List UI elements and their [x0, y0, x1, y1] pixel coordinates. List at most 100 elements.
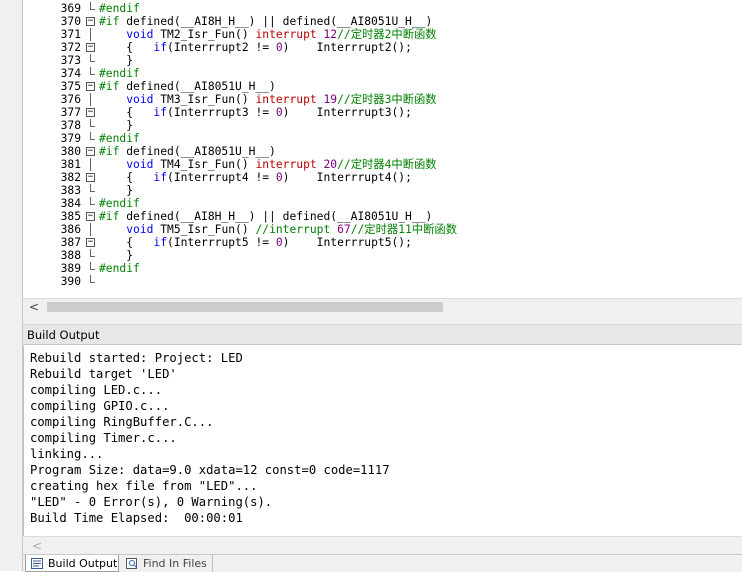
code-token: (Interrrupt5 != [167, 236, 276, 249]
fold-guide [90, 256, 95, 257]
line-number: 390 [60, 275, 81, 288]
scroll-left-arrow-icon[interactable]: < [32, 539, 42, 553]
code-token: #endif [99, 2, 140, 15]
fold-guide [90, 67, 91, 74]
code-line[interactable]: 383 } [23, 184, 742, 197]
code-line[interactable]: 390 [23, 275, 742, 288]
line-number: 384 [60, 197, 81, 210]
code-text: #if defined(__AI8H_H__) || defined(__AI8… [99, 210, 432, 223]
code-line[interactable]: 384 #endif [23, 197, 742, 210]
code-line[interactable]: 380 #if defined(__AI8051U_H__) [23, 145, 742, 158]
fold-toggle-icon[interactable]: − [86, 173, 95, 182]
code-line[interactable]: 372 { if(Interrrupt2 != 0) Interrrupt2()… [23, 41, 742, 54]
code-token: #if [99, 80, 120, 93]
code-token: (Interrrupt4 != [167, 171, 276, 184]
code-line[interactable]: 375 #if defined(__AI8051U_H__) [23, 80, 742, 93]
code-token: //定时器2中断函数 [337, 28, 437, 41]
code-line[interactable]: 386 void TM5_Isr_Fun() //interrupt 67//定… [23, 223, 742, 236]
code-line[interactable]: 388 } [23, 249, 742, 262]
fold-guide [90, 2, 91, 9]
code-line[interactable]: 377 { if(Interrrupt3 != 0) Interrrupt3()… [23, 106, 742, 119]
fold-toggle-icon[interactable]: − [86, 82, 95, 91]
code-line[interactable]: 376 void TM3_Isr_Fun() interrupt 19//定时器… [23, 93, 742, 106]
code-token: TM5_Isr_Fun() [153, 223, 256, 236]
fold-guide [90, 119, 91, 126]
code-text: void TM2_Isr_Fun() interrupt 12//定时器2中断函… [99, 28, 437, 41]
fold-guide [90, 249, 91, 256]
fold-guide [90, 74, 95, 75]
code-token: TM2_Isr_Fun() [153, 28, 256, 41]
output-horizontal-scrollbar[interactable]: < [23, 536, 742, 555]
code-token: void [126, 28, 154, 41]
fold-guide [90, 54, 91, 61]
build-output-panel[interactable]: Rebuild started: Project: LED Rebuild tar… [23, 346, 742, 556]
code-token: if [153, 106, 168, 119]
code-text: { if(Interrrupt3 != 0) Interrrupt3(); [99, 106, 412, 119]
code-token: //定时器11中断函数 [350, 223, 457, 236]
code-token: #endif [99, 262, 140, 275]
fold-guide [90, 158, 91, 171]
code-token: (Interrrupt3 != [167, 106, 276, 119]
fold-toggle-icon[interactable]: − [86, 108, 95, 117]
line-number: 388 [60, 249, 81, 262]
code-token: if [153, 236, 168, 249]
panel-splitter[interactable] [23, 316, 742, 325]
fold-guide [90, 223, 91, 236]
fold-toggle-icon[interactable]: − [86, 43, 95, 52]
fold-guide [90, 197, 91, 204]
line-number: 378 [60, 119, 81, 132]
output-line: Program Size: data=9.0 xdata=12 const=0 … [30, 463, 390, 477]
code-token: defined(__AI8H_H__) || defined(__AI8051U… [119, 15, 433, 28]
code-text: #endif [99, 197, 140, 210]
code-token: TM3_Isr_Fun() [153, 93, 256, 106]
code-line[interactable]: 389 #endif [23, 262, 742, 275]
fold-toggle-icon[interactable]: − [86, 147, 95, 156]
code-line[interactable]: 382 { if(Interrrupt4 != 0) Interrrupt4()… [23, 171, 742, 184]
code-line[interactable]: 370 #if defined(__AI8H_H__) || defined(__… [23, 15, 742, 28]
code-line[interactable]: 373 } [23, 54, 742, 67]
code-token: 12 [323, 28, 338, 41]
code-text: { if(Interrrupt2 != 0) Interrrupt2(); [99, 41, 412, 54]
code-line[interactable]: 379 #endif [23, 132, 742, 145]
code-line[interactable]: 369 #endif [23, 2, 742, 15]
tab-find-in-files[interactable]: Find In Files [121, 555, 213, 572]
code-text: void TM5_Isr_Fun() //interrupt 67//定时器11… [99, 223, 457, 236]
code-token: } [99, 184, 134, 197]
code-line[interactable]: 387 { if(Interrrupt5 != 0) Interrrupt5()… [23, 236, 742, 249]
code-text: #endif [99, 132, 140, 145]
code-text: #if defined(__AI8051U_H__) [99, 145, 276, 158]
code-text: #endif [99, 2, 140, 15]
code-token: void [126, 93, 154, 106]
code-line[interactable]: 374 #endif [23, 67, 742, 80]
fold-toggle-icon[interactable]: − [86, 238, 95, 247]
fold-toggle-icon[interactable]: − [86, 17, 95, 26]
code-token: TM4_Isr_Fun() [153, 158, 256, 171]
line-number: 382 [60, 171, 81, 184]
line-number: 376 [60, 93, 81, 106]
code-editor[interactable]: 369 #endif 370 #if defined(__AI8H_H__) || d… [23, 0, 742, 316]
fold-guide [90, 275, 91, 282]
editor-horizontal-scrollbar[interactable]: < [23, 298, 742, 316]
line-number: 373 [60, 54, 81, 67]
editor-scrollbar-thumb[interactable] [47, 302, 443, 312]
build-output-panel-title: Build Output [23, 325, 742, 345]
code-token: ) Interrrupt4(); [282, 171, 412, 184]
fold-toggle-icon[interactable]: − [86, 212, 95, 221]
code-line[interactable]: 371 void TM2_Isr_Fun() interrupt 12//定时器… [23, 28, 742, 41]
fold-guide [90, 269, 95, 270]
code-token: defined(__AI8051U_H__) [119, 145, 276, 158]
code-token: interrupt [255, 93, 317, 106]
scroll-left-arrow-icon[interactable]: < [29, 300, 39, 314]
code-text: void TM3_Isr_Fun() interrupt 19//定时器3中断函… [99, 93, 436, 106]
code-token: (Interrrupt2 != [167, 41, 276, 54]
code-line[interactable]: 381 void TM4_Isr_Fun() interrupt 20//定时器… [23, 158, 742, 171]
code-line[interactable]: 378 } [23, 119, 742, 132]
line-number: 379 [60, 132, 81, 145]
tab-build-output[interactable]: Build Output [25, 555, 119, 572]
fold-guide [90, 61, 95, 62]
code-line[interactable]: 385 #if defined(__AI8H_H__) || defined(__… [23, 210, 742, 223]
line-number: 374 [60, 67, 81, 80]
code-token: #endif [99, 197, 140, 210]
